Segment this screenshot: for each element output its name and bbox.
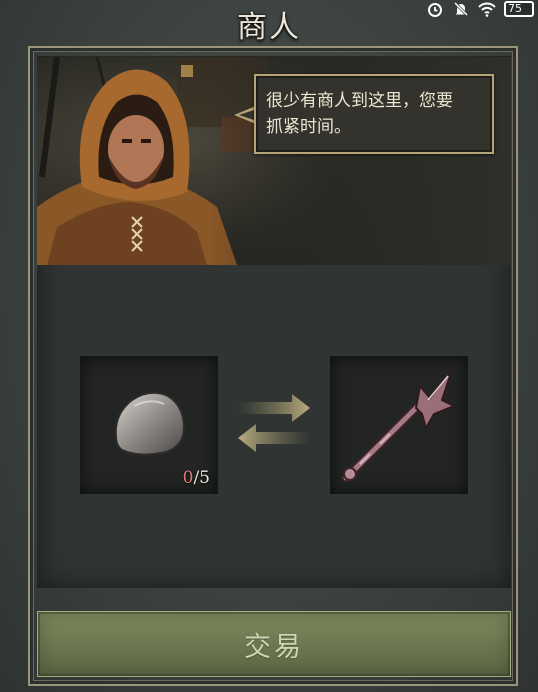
page-title: 商人 — [237, 10, 301, 45]
item-count: 0/5 — [183, 468, 210, 488]
trade-button-label: 交易 — [244, 631, 304, 663]
dialog-line-1: 很少有商人到这里，您要 — [266, 91, 453, 111]
trade-button[interactable]: 交易 — [37, 611, 511, 677]
give-item-slot[interactable]: 0/5 — [80, 356, 218, 494]
dialog-line-2: 抓紧时间。 — [266, 117, 351, 137]
receive-item-slot[interactable] — [330, 356, 468, 494]
spiked-mace-icon — [341, 369, 457, 483]
speech-bubble: 很少有商人到这里，您要 抓紧时间。 — [254, 74, 494, 154]
item-count-have: 0 — [182, 468, 194, 488]
item-count-need: /5 — [193, 468, 210, 488]
swap-arrows-icon — [238, 394, 310, 452]
